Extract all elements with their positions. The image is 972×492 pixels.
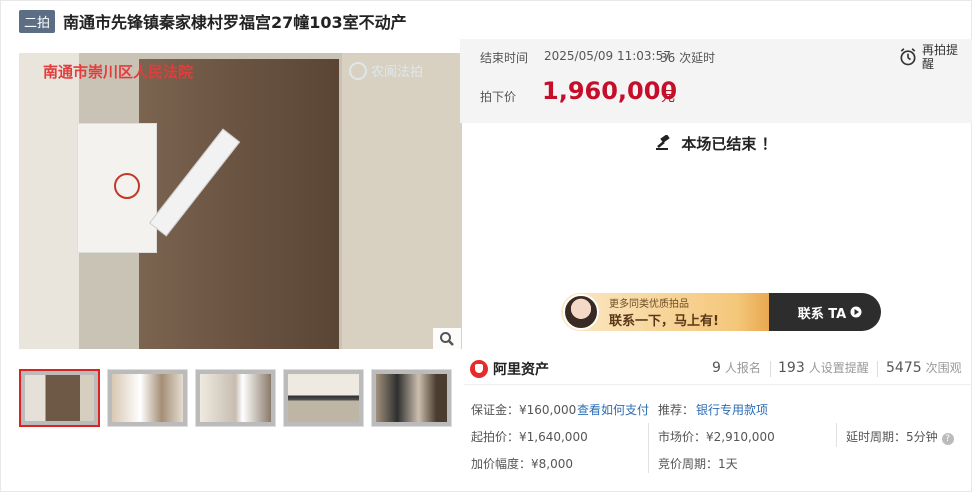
ali-assets-brand: 阿里资产 (470, 359, 549, 379)
reminder-count: 193 人设置提醒 (778, 360, 869, 376)
ali-assets-brand-text: 阿里资产 (493, 362, 549, 378)
bid-period: 竞价周期：1天 (658, 457, 738, 471)
final-price: 1,960,000 (542, 77, 678, 105)
alarm-clock-icon (900, 48, 916, 66)
stat-divider (877, 361, 878, 377)
contact-button[interactable]: 联系 TA (779, 303, 881, 322)
column-divider (836, 423, 837, 447)
banner-small-text: 更多同类优质拍品 (609, 299, 689, 310)
column-divider (648, 423, 649, 473)
brand-watermark: 农阆法拍 (349, 61, 423, 80)
price-unit: 元 (661, 89, 675, 105)
court-watermark: 南通市崇川区人民法院 (43, 63, 194, 81)
contact-banner[interactable]: 更多同类优质拍品 联系一下，马上有! 联系 TA (561, 293, 881, 331)
banner-text: 更多同类优质拍品 联系一下，马上有! (609, 295, 779, 329)
main-photo[interactable]: 南通市崇川区人民法院 农阆法拍 (19, 53, 462, 349)
photo-stamp (114, 173, 140, 199)
end-time-value: 2025/05/09 11:03:57 (544, 49, 671, 63)
gavel-icon (656, 135, 671, 150)
thumbnail-strip (19, 369, 459, 427)
photo-wall-left (19, 53, 79, 349)
title-bar: 二拍 南通市先锋镇秦家棣村罗福宫27幢103室不动产 (19, 9, 407, 33)
bid-increment: 加价幅度：¥8,000 (471, 457, 573, 471)
thumbnail-4[interactable] (283, 369, 365, 427)
thumbnail-2[interactable] (107, 369, 189, 427)
recommend-link[interactable]: 银行专用款项 (696, 401, 768, 418)
auction-info-panel: 结束时间 2025/05/09 11:03:57 36 次延时 拍下价 1,96… (460, 39, 972, 123)
auction-page: 二拍 南通市先锋镇秦家棣村罗福宫27幢103室不动产 南通市崇川区人民法院 农阆… (0, 0, 972, 492)
delay-period: 延时周期：5分钟? (846, 428, 954, 445)
photo-wall-right (342, 53, 462, 349)
market-price: 市场价：¥2,910,000 (658, 430, 775, 444)
agent-avatar (563, 294, 599, 330)
auction-ended-notice: 本场已结束 ！ (460, 125, 972, 161)
help-icon[interactable]: ? (941, 433, 954, 445)
recommend-label: 推荐： (658, 403, 695, 417)
remind-label: 再拍提醒 (922, 43, 959, 71)
thumbnail-5[interactable] (371, 369, 453, 427)
play-arrow-icon (850, 306, 862, 318)
magnifier-icon (440, 332, 454, 346)
signup-count: 9 人报名 (712, 360, 761, 376)
brand-watermark-text: 农阆法拍 (371, 65, 424, 80)
view-count: 5475 次围观 (886, 360, 962, 376)
price-label: 拍下价 (480, 90, 517, 104)
round-badge: 二拍 (19, 9, 56, 33)
thumbnail-3[interactable] (195, 369, 277, 427)
stats-bar: 阿里资产 9 人报名 193 人设置提醒 5475 次围观 (464, 353, 972, 385)
thumbnail-1[interactable] (19, 369, 101, 427)
contact-button-label: 联系 TA (797, 306, 847, 322)
start-price: 起拍价：¥1,640,000 (471, 430, 588, 444)
remind-button[interactable]: 再拍提醒 (898, 39, 962, 75)
deposit-payment-link[interactable]: 查看如何支付 (577, 401, 649, 418)
delay-count: 36 次延时 (660, 51, 716, 65)
end-time-label: 结束时间 (480, 51, 529, 65)
stat-divider (770, 361, 771, 377)
banner-big-text: 联系一下，马上有! (609, 314, 719, 329)
zoom-button[interactable] (433, 328, 461, 350)
deposit-info: 保证金：¥160,000 (471, 403, 577, 417)
page-title: 南通市先锋镇秦家棣村罗福宫27幢103室不动产 (63, 13, 407, 32)
ali-assets-logo-icon (470, 360, 488, 378)
ended-text: 本场已结束 ！ (681, 134, 777, 153)
brand-logo-icon (349, 61, 367, 80)
